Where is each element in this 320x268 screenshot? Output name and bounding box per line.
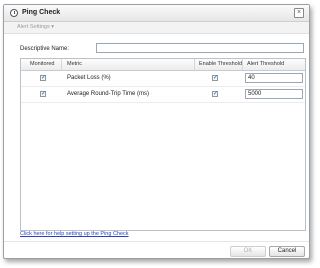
footer-divider [4, 241, 309, 242]
toolbar: Alert Settings ▾ [4, 22, 309, 34]
alert-threshold-input[interactable]: 40 [245, 73, 303, 83]
alert-threshold-input[interactable]: 5000 [245, 89, 303, 99]
checkmark-icon: ✓ [213, 75, 219, 81]
monitored-checkbox[interactable]: ✓ [40, 91, 46, 97]
column-header-alert-threshold[interactable]: Alert Threshold [247, 61, 284, 67]
checkmark-icon: ✓ [41, 91, 47, 97]
checkmark-icon: ✓ [213, 91, 219, 97]
ok-button[interactable]: OK [230, 246, 266, 257]
metric-name: Packet Loss (%) [67, 75, 111, 81]
alert-settings-menu[interactable]: Alert Settings ▾ [17, 24, 54, 30]
descriptive-name-label: Descriptive Name: [20, 46, 70, 52]
clock-icon [10, 9, 18, 17]
monitored-checkbox[interactable]: ✓ [40, 75, 46, 81]
checkmark-icon: ✓ [41, 75, 47, 81]
title-bar: Ping Check × [4, 5, 309, 22]
column-header-monitored[interactable]: Monitored [30, 61, 54, 67]
column-header-enable-threshold[interactable]: Enable Threshold [199, 61, 242, 67]
dialog-title: Ping Check [22, 9, 61, 16]
column-separator [242, 59, 243, 70]
close-icon[interactable]: × [294, 8, 304, 18]
enable-threshold-checkbox[interactable]: ✓ [212, 91, 218, 97]
help-link[interactable]: Click here for help setting up the Ping … [20, 231, 129, 237]
metric-name: Average Round-Trip Time (ms) [67, 91, 150, 97]
column-separator [194, 59, 195, 70]
grid-header: Monitored Metric Enable Threshold Alert … [21, 59, 305, 71]
cancel-button[interactable]: Cancel [269, 246, 305, 257]
enable-threshold-checkbox[interactable]: ✓ [212, 75, 218, 81]
column-separator [61, 59, 62, 70]
metrics-grid: Monitored Metric Enable Threshold Alert … [20, 58, 306, 231]
table-row: ✓ Average Round-Trip Time (ms) ✓ 5000 [21, 87, 305, 103]
ping-check-dialog: Ping Check × Alert Settings ▾ Descriptiv… [3, 4, 310, 259]
column-header-metric[interactable]: Metric [67, 61, 82, 67]
table-row: ✓ Packet Loss (%) ✓ 40 [21, 71, 305, 87]
descriptive-name-input[interactable] [96, 43, 304, 53]
